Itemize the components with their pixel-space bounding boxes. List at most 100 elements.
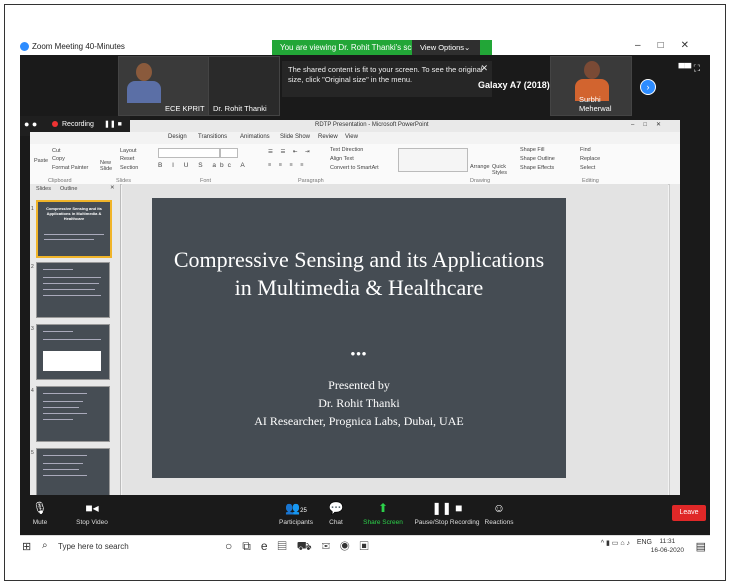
slide-thumbnail-1[interactable]: Compressive Sensing and its Applications… xyxy=(36,200,112,258)
shapes-gallery[interactable] xyxy=(398,148,468,172)
chat-button[interactable]: 💬 Chat xyxy=(326,501,346,526)
tab-slide-show[interactable]: Slide Show xyxy=(280,134,310,140)
view-options-button[interactable]: View Options ⌄ xyxy=(412,40,480,55)
list-buttons[interactable]: ☰ ☰ ⇤ ⇥ xyxy=(268,149,313,155)
fit-to-screen-notice: The shared content is fit to your screen… xyxy=(282,61,492,97)
panel-tabs: Slides Outline ✕ xyxy=(30,184,120,194)
tab-outline[interactable]: Outline xyxy=(60,186,77,192)
layout-button[interactable]: Layout xyxy=(120,148,137,154)
video-thumbnail-strip: ECE KPRIT Dr. Rohit Thanki The shared co… xyxy=(20,55,710,116)
video-tile-surbhi[interactable]: Surbhi Meherwal xyxy=(550,56,632,116)
avatar xyxy=(127,63,161,103)
align-text-button[interactable]: Align Text xyxy=(330,156,354,162)
vertical-scrollbar[interactable] xyxy=(669,184,680,535)
notification-icon[interactable]: ▤ xyxy=(696,540,706,553)
stop-video-button[interactable]: ■◂ Stop Video xyxy=(70,501,114,526)
record-dot-icon xyxy=(52,121,58,127)
quick-styles-button[interactable]: Quick Styles xyxy=(492,164,514,176)
tab-design[interactable]: Design xyxy=(168,134,187,140)
slide-thumbnail-4[interactable] xyxy=(36,386,110,442)
windows-start-icon[interactable]: ⊞ xyxy=(22,540,31,553)
font-name-select[interactable] xyxy=(158,148,220,158)
slides-panel: Slides Outline ✕ 1 Compressive Sensing a… xyxy=(30,184,121,535)
chat-icon: 💬 xyxy=(328,501,344,515)
smiley-icon: ☺ xyxy=(492,501,506,515)
pause-stop-recording-button[interactable]: ❚❚ ■ Pause/Stop Recording xyxy=(412,501,482,526)
microphone-icon: 🎙 xyxy=(32,501,48,515)
font-size-select[interactable] xyxy=(220,148,238,158)
shield-icon: ● ● xyxy=(24,119,38,129)
view-layout-icon[interactable]: ▀▀ ⛶ xyxy=(678,63,700,74)
thumbnail-image xyxy=(43,351,101,371)
slide-thumbnail-2[interactable] xyxy=(36,262,110,318)
video-camera-icon: ■◂ xyxy=(85,501,99,515)
zoom-logo-icon xyxy=(20,42,29,51)
slide-title: Compressive Sensing and its Applications… xyxy=(173,247,545,300)
format-painter-button[interactable]: Format Painter xyxy=(52,165,88,171)
participants-icon: 👥25 xyxy=(285,501,307,515)
window-controls[interactable]: –□✕ xyxy=(635,40,706,51)
video-tile-ece-kprit[interactable]: ECE KPRIT xyxy=(118,56,210,116)
section-button[interactable]: Section xyxy=(120,165,138,171)
video-tile-rohit-thanki[interactable]: Dr. Rohit Thanki xyxy=(208,56,280,116)
pause-stop-icon: ❚❚ ■ xyxy=(431,501,463,515)
mute-button[interactable]: 🎙 Mute xyxy=(26,501,54,526)
clock[interactable]: 11:31 16-06-2020 xyxy=(651,537,684,555)
convert-smartart-button[interactable]: Convert to SmartArt xyxy=(330,165,379,171)
slide-thumbnail-3[interactable] xyxy=(36,324,110,380)
current-slide[interactable]: Compressive Sensing and its Applications… xyxy=(152,198,566,478)
presented-by: Presented by xyxy=(328,378,390,392)
close-icon[interactable]: ✕ xyxy=(480,63,488,73)
zoom-window-title: Zoom Meeting 40-Minutes xyxy=(32,42,125,51)
ribbon: Paste Cut Copy Format Painter New Slide … xyxy=(30,144,680,185)
shape-outline-button[interactable]: Shape Outline xyxy=(520,156,555,162)
taskbar-apps[interactable]: ○⧉e▤⛟✉◉▣ xyxy=(225,539,379,555)
pause-icon[interactable]: ❚❚ ■ xyxy=(104,120,122,128)
align-buttons[interactable]: ≡ ≡ ≡ ≡ xyxy=(268,162,306,168)
powerpoint-title: RDTP Presentation - Microsoft PowerPoint xyxy=(315,122,429,128)
language-indicator[interactable]: ENG xyxy=(637,539,652,546)
arrange-button[interactable]: Arrange xyxy=(470,164,490,170)
share-screen-button[interactable]: ⬆ Share Screen xyxy=(362,501,404,526)
reset-button[interactable]: Reset xyxy=(120,156,134,162)
close-icon[interactable]: ✕ xyxy=(110,185,115,191)
paste-button[interactable]: Paste xyxy=(34,158,48,164)
new-slide-button[interactable]: New Slide xyxy=(100,160,114,172)
next-page-icon[interactable]: › xyxy=(640,79,656,95)
viewing-banner: You are viewing Dr. Rohit Thanki's scree… xyxy=(272,40,492,55)
participant-name-galaxy: Galaxy A7 (2018) xyxy=(478,80,550,90)
presenter-name: Dr. Rohit Thanki xyxy=(318,396,400,410)
copy-button[interactable]: Copy xyxy=(52,156,65,162)
tab-animations[interactable]: Animations xyxy=(240,134,270,140)
chevron-down-icon: ⌄ xyxy=(464,43,471,52)
shape-effects-button[interactable]: Shape Effects xyxy=(520,165,554,171)
presenter-affiliation: AI Researcher, Prognica Labs, Dubai, UAE xyxy=(254,414,464,428)
leave-button[interactable]: Leave xyxy=(672,505,706,521)
viewing-banner-text: You are viewing Dr. Rohit Thanki's scree… xyxy=(280,43,428,52)
windows-taskbar: ⊞ ⌕ Type here to search ○⧉e▤⛟✉◉▣ ^ ▮ ▭ ⌂… xyxy=(20,535,710,558)
tab-view[interactable]: View xyxy=(345,134,358,140)
tab-transitions[interactable]: Transitions xyxy=(198,134,227,140)
ribbon-tabs: Design Transitions Animations Slide Show… xyxy=(30,132,680,144)
shape-fill-button[interactable]: Shape Fill xyxy=(520,147,544,153)
replace-button[interactable]: Replace xyxy=(580,156,600,162)
zoom-toolbar: 🎙 Mute ■◂ Stop Video 👥25 Participants 💬 … xyxy=(20,495,710,535)
zoom-title-bar: Zoom Meeting 40-Minutes You are viewing … xyxy=(20,40,710,55)
reactions-button[interactable]: ☺ Reactions xyxy=(482,501,516,526)
tab-review[interactable]: Review xyxy=(318,134,338,140)
ppt-window-controls[interactable]: –□✕ xyxy=(631,121,670,128)
slide-dots: ••• xyxy=(350,346,368,361)
share-screen-icon: ⬆ xyxy=(377,501,389,515)
find-button[interactable]: Find xyxy=(580,147,591,153)
select-button[interactable]: Select xyxy=(580,165,595,171)
thumbnail-title: Compressive Sensing and its Applications… xyxy=(46,206,102,221)
text-direction-button[interactable]: Text Direction xyxy=(330,147,363,153)
zoom-meeting-area: ECE KPRIT Dr. Rohit Thanki The shared co… xyxy=(20,55,710,535)
cut-button[interactable]: Cut xyxy=(52,148,61,154)
taskbar-search[interactable]: ⌕ Type here to search xyxy=(38,536,208,558)
participants-button[interactable]: 👥25 Participants xyxy=(274,501,318,526)
tab-slides[interactable]: Slides xyxy=(36,186,51,192)
font-format-buttons[interactable]: B I U S abc A xyxy=(158,162,249,169)
participants-count: 25 xyxy=(300,508,307,514)
system-tray-icons[interactable]: ^ ▮ ▭ ⌂ ♪ xyxy=(601,539,630,547)
